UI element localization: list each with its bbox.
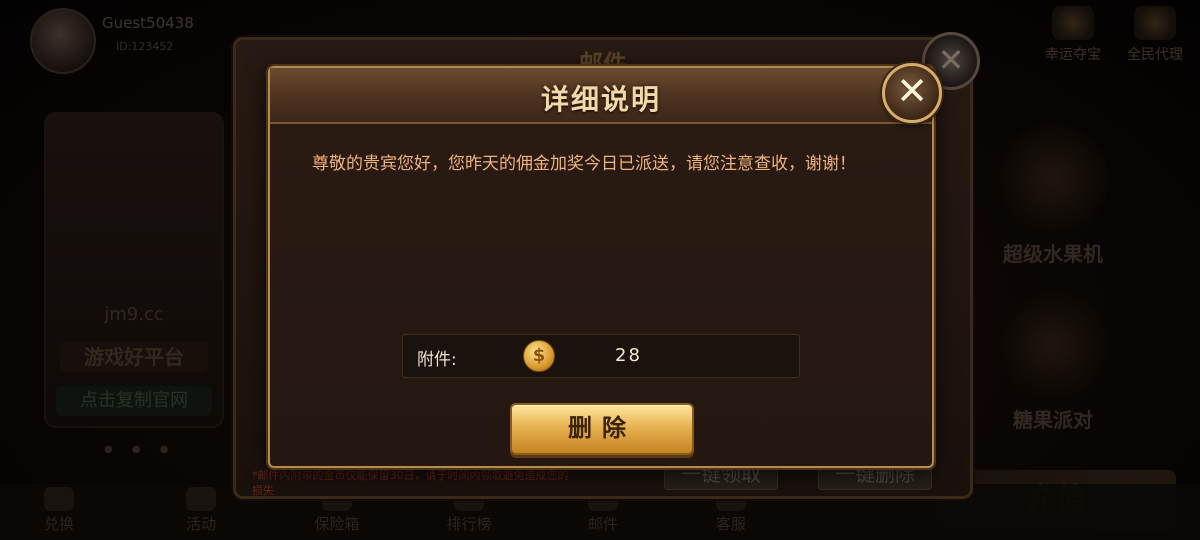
dialog-title: 详细说明	[540, 83, 661, 116]
mail-note: *邮件内附带的金币仅能保留30日，请于时间内领取避免造成您的损失	[252, 469, 569, 497]
detail-dialog: 详细说明 尊敬的贵宾您好，您昨天的佣金加奖今日已派送，请您注意查收，谢谢！ 附件…	[268, 66, 934, 468]
attachment-amount: 28	[615, 345, 642, 366]
dialog-close-button[interactable]: ✕	[882, 63, 942, 123]
gold-coin-icon: $	[523, 340, 555, 372]
close-icon: ✕	[937, 41, 965, 79]
attachment-row: 附件: $ 28	[402, 334, 800, 378]
attachment-label: 附件:	[417, 350, 457, 370]
delete-button[interactable]: 删除	[510, 403, 694, 455]
close-icon: ✕	[896, 69, 928, 113]
dialog-header: 详细说明	[270, 68, 932, 124]
detail-message: 尊敬的贵宾您好，您昨天的佣金加奖今日已派送，请您注意查收，谢谢！	[312, 154, 856, 174]
